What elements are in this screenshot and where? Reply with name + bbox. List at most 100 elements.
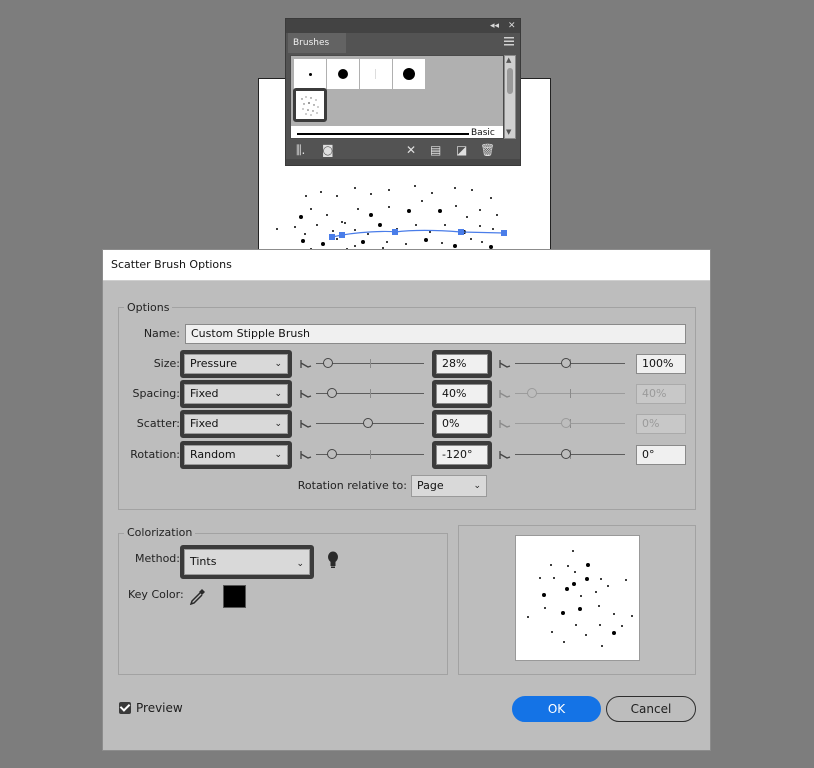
scatter-max-input: 0% (636, 414, 686, 434)
pressure-pen-icon (499, 390, 511, 398)
size-label: Size: (153, 357, 180, 370)
chevron-down-icon: ⌄ (296, 559, 304, 569)
colorization-group-label: Colorization (124, 526, 196, 539)
preview-checkbox[interactable] (119, 702, 131, 714)
brush-swatch[interactable] (294, 59, 326, 89)
size-max-slider[interactable] (499, 356, 629, 372)
brush-swatch[interactable] (327, 59, 359, 89)
rotation-relative-label: Rotation relative to: (297, 479, 407, 492)
pressure-pen-icon (499, 451, 511, 459)
brush-list[interactable]: Basic (290, 55, 504, 139)
rotation-max-slider[interactable] (499, 447, 629, 463)
tab-brushes[interactable]: Brushes (288, 33, 346, 53)
stipple-swatch-icon (301, 96, 319, 116)
method-label: Method: (135, 552, 180, 565)
slider-knob[interactable] (363, 418, 373, 428)
rotation-max-input[interactable]: 0° (636, 445, 686, 465)
brush-libraries-icon[interactable]: ⫼. (296, 143, 305, 158)
preview-stipple-artwork (527, 550, 633, 647)
key-color-swatch[interactable] (223, 585, 246, 608)
dialog-titlebar[interactable]: Scatter Brush Options (103, 250, 710, 281)
close-icon[interactable]: ✕ (508, 19, 516, 33)
chevron-down-icon: ⌄ (274, 359, 282, 369)
anchor-point[interactable] (339, 232, 345, 238)
name-input[interactable]: Custom Stipple Brush (185, 324, 686, 344)
panel-resize-grip[interactable] (286, 159, 520, 165)
chevron-down-icon: ⌄ (473, 481, 481, 491)
slider-knob[interactable] (527, 388, 537, 398)
anchor-point[interactable] (501, 230, 507, 236)
method-value: Tints (190, 555, 217, 568)
slider-knob[interactable] (561, 358, 571, 368)
slider-knob[interactable] (327, 388, 337, 398)
rotation-relative-select[interactable]: Page ⌄ (411, 475, 487, 497)
hamburger-icon[interactable] (504, 37, 514, 46)
name-label: Name: (143, 327, 180, 340)
size-mode-select[interactable]: Pressure ⌄ (184, 354, 288, 374)
brush-path[interactable] (331, 229, 505, 238)
anchor-point[interactable] (392, 229, 398, 235)
rotation-label: Rotation: (130, 448, 180, 461)
slider-knob[interactable] (561, 418, 571, 428)
slider-knob[interactable] (323, 358, 333, 368)
chevron-down-icon: ⌄ (274, 450, 282, 460)
custom-stipple-brush-swatch[interactable] (293, 88, 327, 122)
ok-button[interactable]: OK (512, 696, 601, 722)
brush-options-icon[interactable]: ▤ (430, 143, 441, 157)
delete-brush-icon[interactable]: 🗑 (480, 143, 495, 157)
preview-label: Preview (136, 701, 183, 715)
size-min-slider[interactable] (300, 356, 428, 372)
spacing-max-slider[interactable] (499, 386, 629, 402)
chevron-down-icon: ⌄ (274, 389, 282, 399)
brush-preview-image (515, 535, 640, 661)
lightbulb-icon[interactable] (327, 551, 339, 569)
brush-swatch[interactable] (393, 59, 425, 89)
brushes-panel: ◂◂ ✕ Brushes Basic ▲ ▼ ⫼. ◙ ✕ ▤ ◪ 🗑 (285, 18, 521, 166)
basic-brush-row[interactable]: Basic (291, 126, 503, 138)
pressure-pen-icon (300, 390, 312, 398)
pressure-pen-icon (300, 451, 312, 459)
scatter-min-slider[interactable] (300, 416, 428, 432)
panel-topbar[interactable]: ◂◂ ✕ (286, 19, 520, 33)
spacing-mode-select[interactable]: Fixed ⌄ (184, 384, 288, 404)
pressure-pen-icon (499, 360, 511, 368)
slider-knob[interactable] (561, 449, 571, 459)
size-max-input[interactable]: 100% (636, 354, 686, 374)
key-color-label: Key Color: (128, 588, 184, 601)
collapse-icon[interactable]: ◂◂ (490, 19, 499, 33)
size-mode-value: Pressure (190, 357, 237, 370)
anchor-point[interactable] (329, 234, 335, 240)
anchor-point[interactable] (458, 229, 464, 235)
rotation-min-input[interactable]: -120° (436, 445, 488, 465)
new-brush-icon[interactable]: ◪ (456, 143, 467, 157)
eyedropper-icon[interactable] (189, 587, 207, 605)
spacing-max-input: 40% (636, 384, 686, 404)
scatter-label: Scatter: (136, 417, 180, 430)
spacing-min-slider[interactable] (300, 386, 428, 402)
dialog-title: Scatter Brush Options (111, 258, 232, 271)
cancel-button[interactable]: Cancel (606, 696, 696, 722)
slider-knob[interactable] (327, 449, 337, 459)
rotation-min-slider[interactable] (300, 447, 428, 463)
options-group-label: Options (124, 301, 173, 314)
spacing-min-input[interactable]: 40% (436, 384, 488, 404)
rotation-relative-value: Page (417, 479, 444, 492)
brush-preview-box (458, 525, 696, 675)
spacing-mode-value: Fixed (190, 387, 219, 400)
pressure-pen-icon (300, 420, 312, 428)
scatter-min-input[interactable]: 0% (436, 414, 488, 434)
rotation-mode-value: Random (190, 448, 236, 461)
library-panel-icon[interactable]: ◙ (322, 143, 334, 157)
method-select[interactable]: Tints ⌄ (184, 549, 310, 575)
pressure-pen-icon (300, 360, 312, 368)
scatter-max-slider[interactable] (499, 416, 629, 432)
size-min-input[interactable]: 28% (436, 354, 488, 374)
scatter-mode-value: Fixed (190, 417, 219, 430)
remove-stroke-icon[interactable]: ✕ (406, 143, 416, 157)
spacing-label: Spacing: (132, 387, 180, 400)
scatter-mode-select[interactable]: Fixed ⌄ (184, 414, 288, 434)
brush-list-scrollbar[interactable]: ▲ ▼ (504, 55, 516, 139)
rotation-mode-select[interactable]: Random ⌄ (184, 445, 288, 465)
brush-swatch[interactable] (360, 59, 392, 89)
pressure-pen-icon (499, 420, 511, 428)
